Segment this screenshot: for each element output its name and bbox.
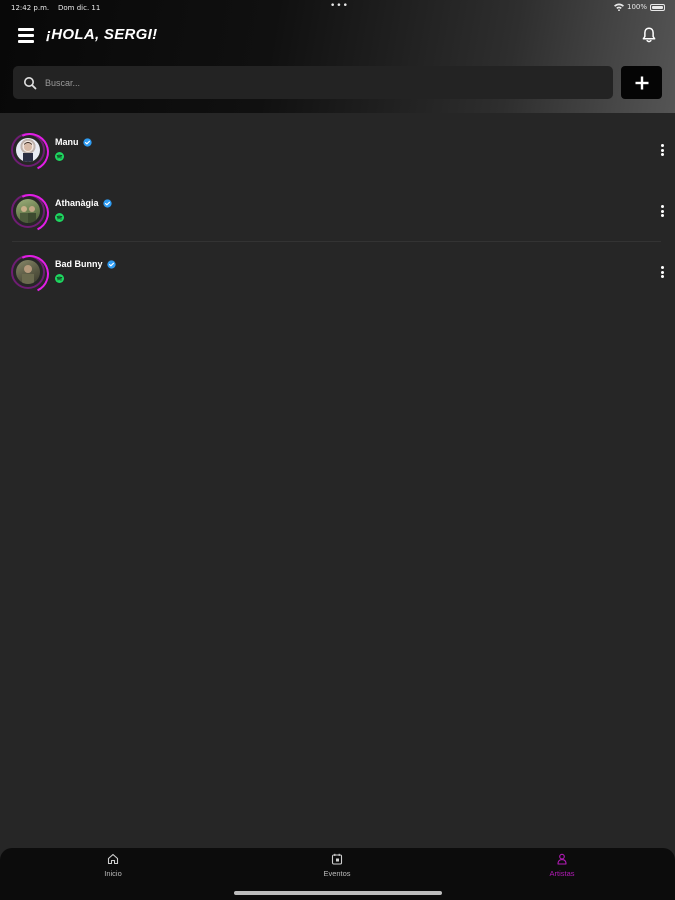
wifi-icon [613, 3, 624, 11]
list-item[interactable]: Athanàgia [0, 181, 675, 242]
spotify-icon[interactable] [55, 152, 64, 161]
battery-icon [650, 3, 665, 11]
more-options-icon[interactable] [658, 266, 666, 280]
verified-icon [82, 137, 92, 147]
artist-name: Bad Bunny [55, 259, 116, 269]
tab-inicio[interactable]: Inicio [73, 853, 153, 878]
tab-eventos[interactable]: Eventos [297, 853, 377, 878]
tab-label: Eventos [323, 869, 351, 878]
home-indicator[interactable] [234, 891, 442, 895]
spotify-icon[interactable] [55, 274, 64, 283]
page-title: ¡HOLA, SERGI! [46, 26, 158, 43]
tab-label: Artistas [549, 869, 575, 878]
list-item[interactable]: Manu [0, 120, 675, 181]
status-date: Dom dic. 11 [58, 4, 101, 12]
tab-label: Inicio [104, 869, 122, 878]
add-button[interactable] [621, 66, 662, 99]
avatar[interactable] [11, 255, 45, 289]
menu-icon[interactable] [18, 28, 34, 43]
artist-list: Manu Athanàgia Bad Bunny [0, 120, 675, 303]
status-right: 100% [613, 3, 665, 11]
search-icon [24, 76, 37, 89]
list-item[interactable]: Bad Bunny [0, 242, 675, 303]
avatar[interactable] [11, 133, 45, 167]
spotify-icon[interactable] [55, 213, 64, 222]
status-bar: 12:42 p.m. Dom dic. 11 ••• 100% [0, 0, 675, 16]
more-options-icon[interactable] [658, 144, 666, 158]
tab-artistas[interactable]: Artistas [522, 853, 602, 878]
verified-icon [102, 198, 112, 208]
calendar-icon [331, 853, 343, 865]
header: 12:42 p.m. Dom dic. 11 ••• 100% ¡HOLA, S… [0, 0, 675, 113]
status-time: 12:42 p.m. [11, 4, 50, 12]
verified-icon [106, 259, 116, 269]
avatar[interactable] [11, 194, 45, 228]
home-icon [107, 853, 119, 865]
multitasking-dots-icon[interactable]: ••• [330, 1, 349, 11]
more-options-icon[interactable] [658, 205, 666, 219]
artist-name: Athanàgia [55, 198, 112, 208]
search-bar[interactable] [13, 66, 613, 99]
battery-percent: 100% [626, 3, 647, 11]
artist-name: Manu [55, 137, 92, 147]
plus-icon [635, 76, 648, 89]
search-input[interactable] [45, 77, 585, 88]
artist-icon [557, 853, 567, 865]
bell-icon[interactable] [640, 26, 658, 44]
